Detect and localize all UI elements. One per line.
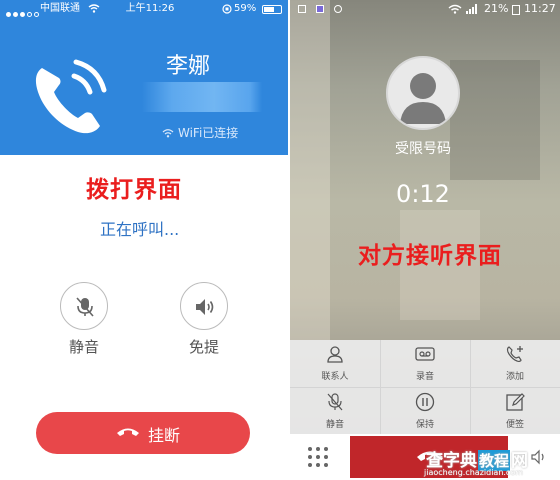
hold-icon bbox=[415, 392, 435, 412]
blurred-number bbox=[142, 82, 262, 112]
wifi-connection-status: WiFi已连接 bbox=[162, 124, 238, 141]
hangup-phone-icon bbox=[117, 428, 139, 436]
answered-annotation: 对方接听界面 bbox=[358, 243, 502, 269]
record-icon bbox=[415, 347, 435, 361]
record-label: 录音 bbox=[415, 372, 434, 382]
note-label: 便签 bbox=[505, 420, 524, 430]
wifi-icon bbox=[448, 4, 462, 14]
battery-icon bbox=[512, 5, 520, 15]
contact-name: 李娜 bbox=[165, 54, 210, 79]
mute-label: 静音 bbox=[68, 338, 99, 356]
speaker-button[interactable] bbox=[180, 282, 228, 330]
mute-button[interactable]: 静音 bbox=[292, 388, 378, 434]
wifi-status-label: WiFi已连接 bbox=[178, 126, 239, 140]
add-call-label: 添加 bbox=[505, 372, 524, 382]
record-button[interactable]: 录音 bbox=[382, 340, 468, 386]
app-notification-icon bbox=[316, 5, 324, 13]
battery-percent: 59% bbox=[234, 3, 257, 14]
calling-status: 正在呼叫... bbox=[100, 220, 180, 239]
hold-label: 保持 bbox=[415, 420, 434, 430]
speaker-icon bbox=[196, 299, 214, 315]
phone-call-icon bbox=[35, 59, 107, 134]
status-time: 11:27 bbox=[524, 2, 556, 15]
sync-icon bbox=[334, 5, 342, 13]
dialpad-button[interactable] bbox=[308, 447, 328, 467]
call-actions-panel: 联系人 录音 添加 静音 保持 便签 bbox=[290, 340, 560, 434]
add-call-button[interactable]: 添加 bbox=[472, 340, 558, 386]
signal-icon bbox=[466, 4, 477, 14]
wifi-icon bbox=[162, 129, 174, 138]
wifi-status-icon bbox=[88, 4, 100, 13]
call-timer: 0:12 bbox=[396, 180, 450, 208]
answered-screen: 21% 11:27 受限号码 0:12 对方接听界面 联系人 录音 添加 静音 bbox=[290, 0, 560, 480]
mute-icon bbox=[76, 297, 94, 317]
call-header: 中国联通 上午11:26 59% 李娜 WiFi已连接 bbox=[0, 0, 288, 155]
hangup-button[interactable]: 挂断 bbox=[36, 412, 250, 454]
avatar bbox=[386, 56, 460, 130]
speaker-label: 免提 bbox=[188, 338, 219, 356]
dialing-screen: 中国联通 上午11:26 59% 李娜 WiFi已连接 拨打界面 正在呼叫...… bbox=[0, 0, 288, 480]
mute-icon bbox=[327, 393, 343, 411]
person-avatar-icon bbox=[400, 73, 446, 124]
carrier-label: 中国联通 bbox=[40, 3, 80, 14]
mute-label: 静音 bbox=[325, 420, 344, 430]
status-bar: 21% 11:27 bbox=[290, 0, 560, 18]
battery-icon bbox=[262, 5, 282, 14]
dialing-annotation: 拨打界面 bbox=[86, 177, 182, 203]
site-watermark: 查字典 教程网 jiaocheng.chazidian.com bbox=[410, 446, 560, 480]
hangup-label: 挂断 bbox=[148, 426, 181, 445]
notification-icon bbox=[298, 5, 306, 13]
hold-button[interactable]: 保持 bbox=[382, 388, 468, 434]
note-icon bbox=[506, 393, 525, 411]
signal-dots-icon bbox=[6, 6, 41, 24]
watermark-url: jiaocheng.chazidian.com bbox=[424, 468, 524, 477]
rotation-lock-icon bbox=[222, 4, 232, 14]
caller-label: 受限号码 bbox=[395, 141, 451, 157]
contacts-button[interactable]: 联系人 bbox=[292, 340, 378, 386]
add-call-icon bbox=[506, 346, 523, 363]
status-time: 上午11:26 bbox=[125, 3, 175, 14]
note-button[interactable]: 便签 bbox=[472, 388, 558, 434]
mute-button[interactable] bbox=[60, 282, 108, 330]
contacts-icon bbox=[327, 346, 343, 363]
contacts-label: 联系人 bbox=[321, 372, 349, 382]
battery-percent: 21% bbox=[484, 2, 509, 15]
status-bar: 中国联通 上午11:26 59% bbox=[0, 0, 288, 18]
